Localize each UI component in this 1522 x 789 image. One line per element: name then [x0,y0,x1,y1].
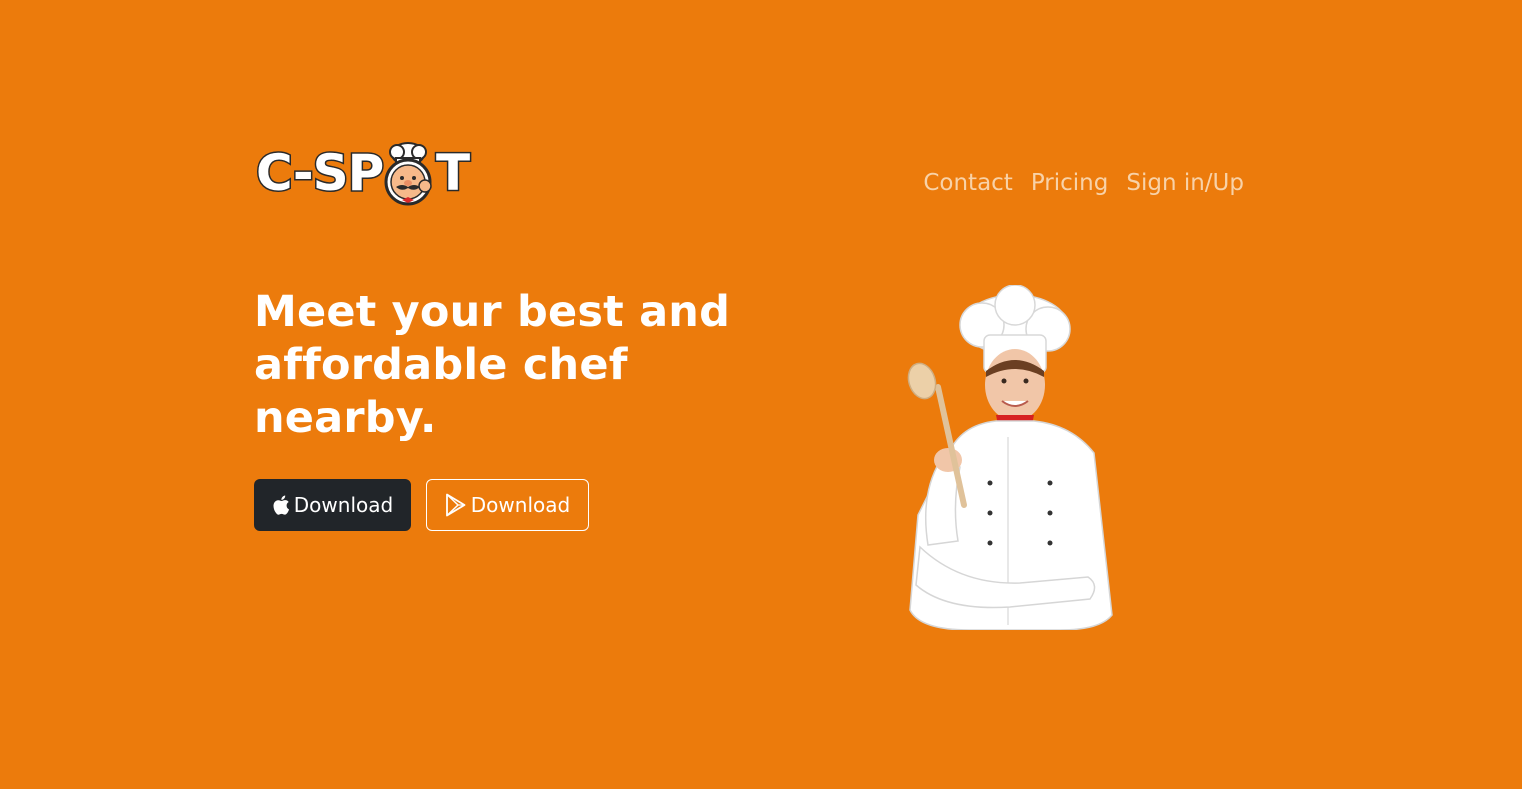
chef-mascot-icon [384,142,432,206]
logo-text-c-sp: C-SP [254,144,385,202]
ios-download-label: Download [293,493,394,517]
nav-link-pricing[interactable]: Pricing [1031,166,1109,200]
apple-icon [272,495,290,515]
logo-text-t: T [434,144,471,202]
android-download-button[interactable]: Download [426,479,589,531]
nav-link-contact[interactable]: Contact [923,166,1012,200]
play-store-icon [445,493,467,517]
chef-illustration [907,285,1113,630]
landing-page: C-SP T Contact Pricing Sign in/Up Meet y… [0,0,1522,789]
c-spot-logo[interactable]: C-SP T [254,140,472,210]
android-download-label: Download [470,493,571,517]
top-nav: Contact Pricing Sign in/Up [923,166,1244,200]
ios-download-button[interactable]: Download [254,479,411,531]
hero-title: Meet your best and affordable chef nearb… [254,287,731,443]
nav-link-sign-in-up[interactable]: Sign in/Up [1126,166,1244,200]
